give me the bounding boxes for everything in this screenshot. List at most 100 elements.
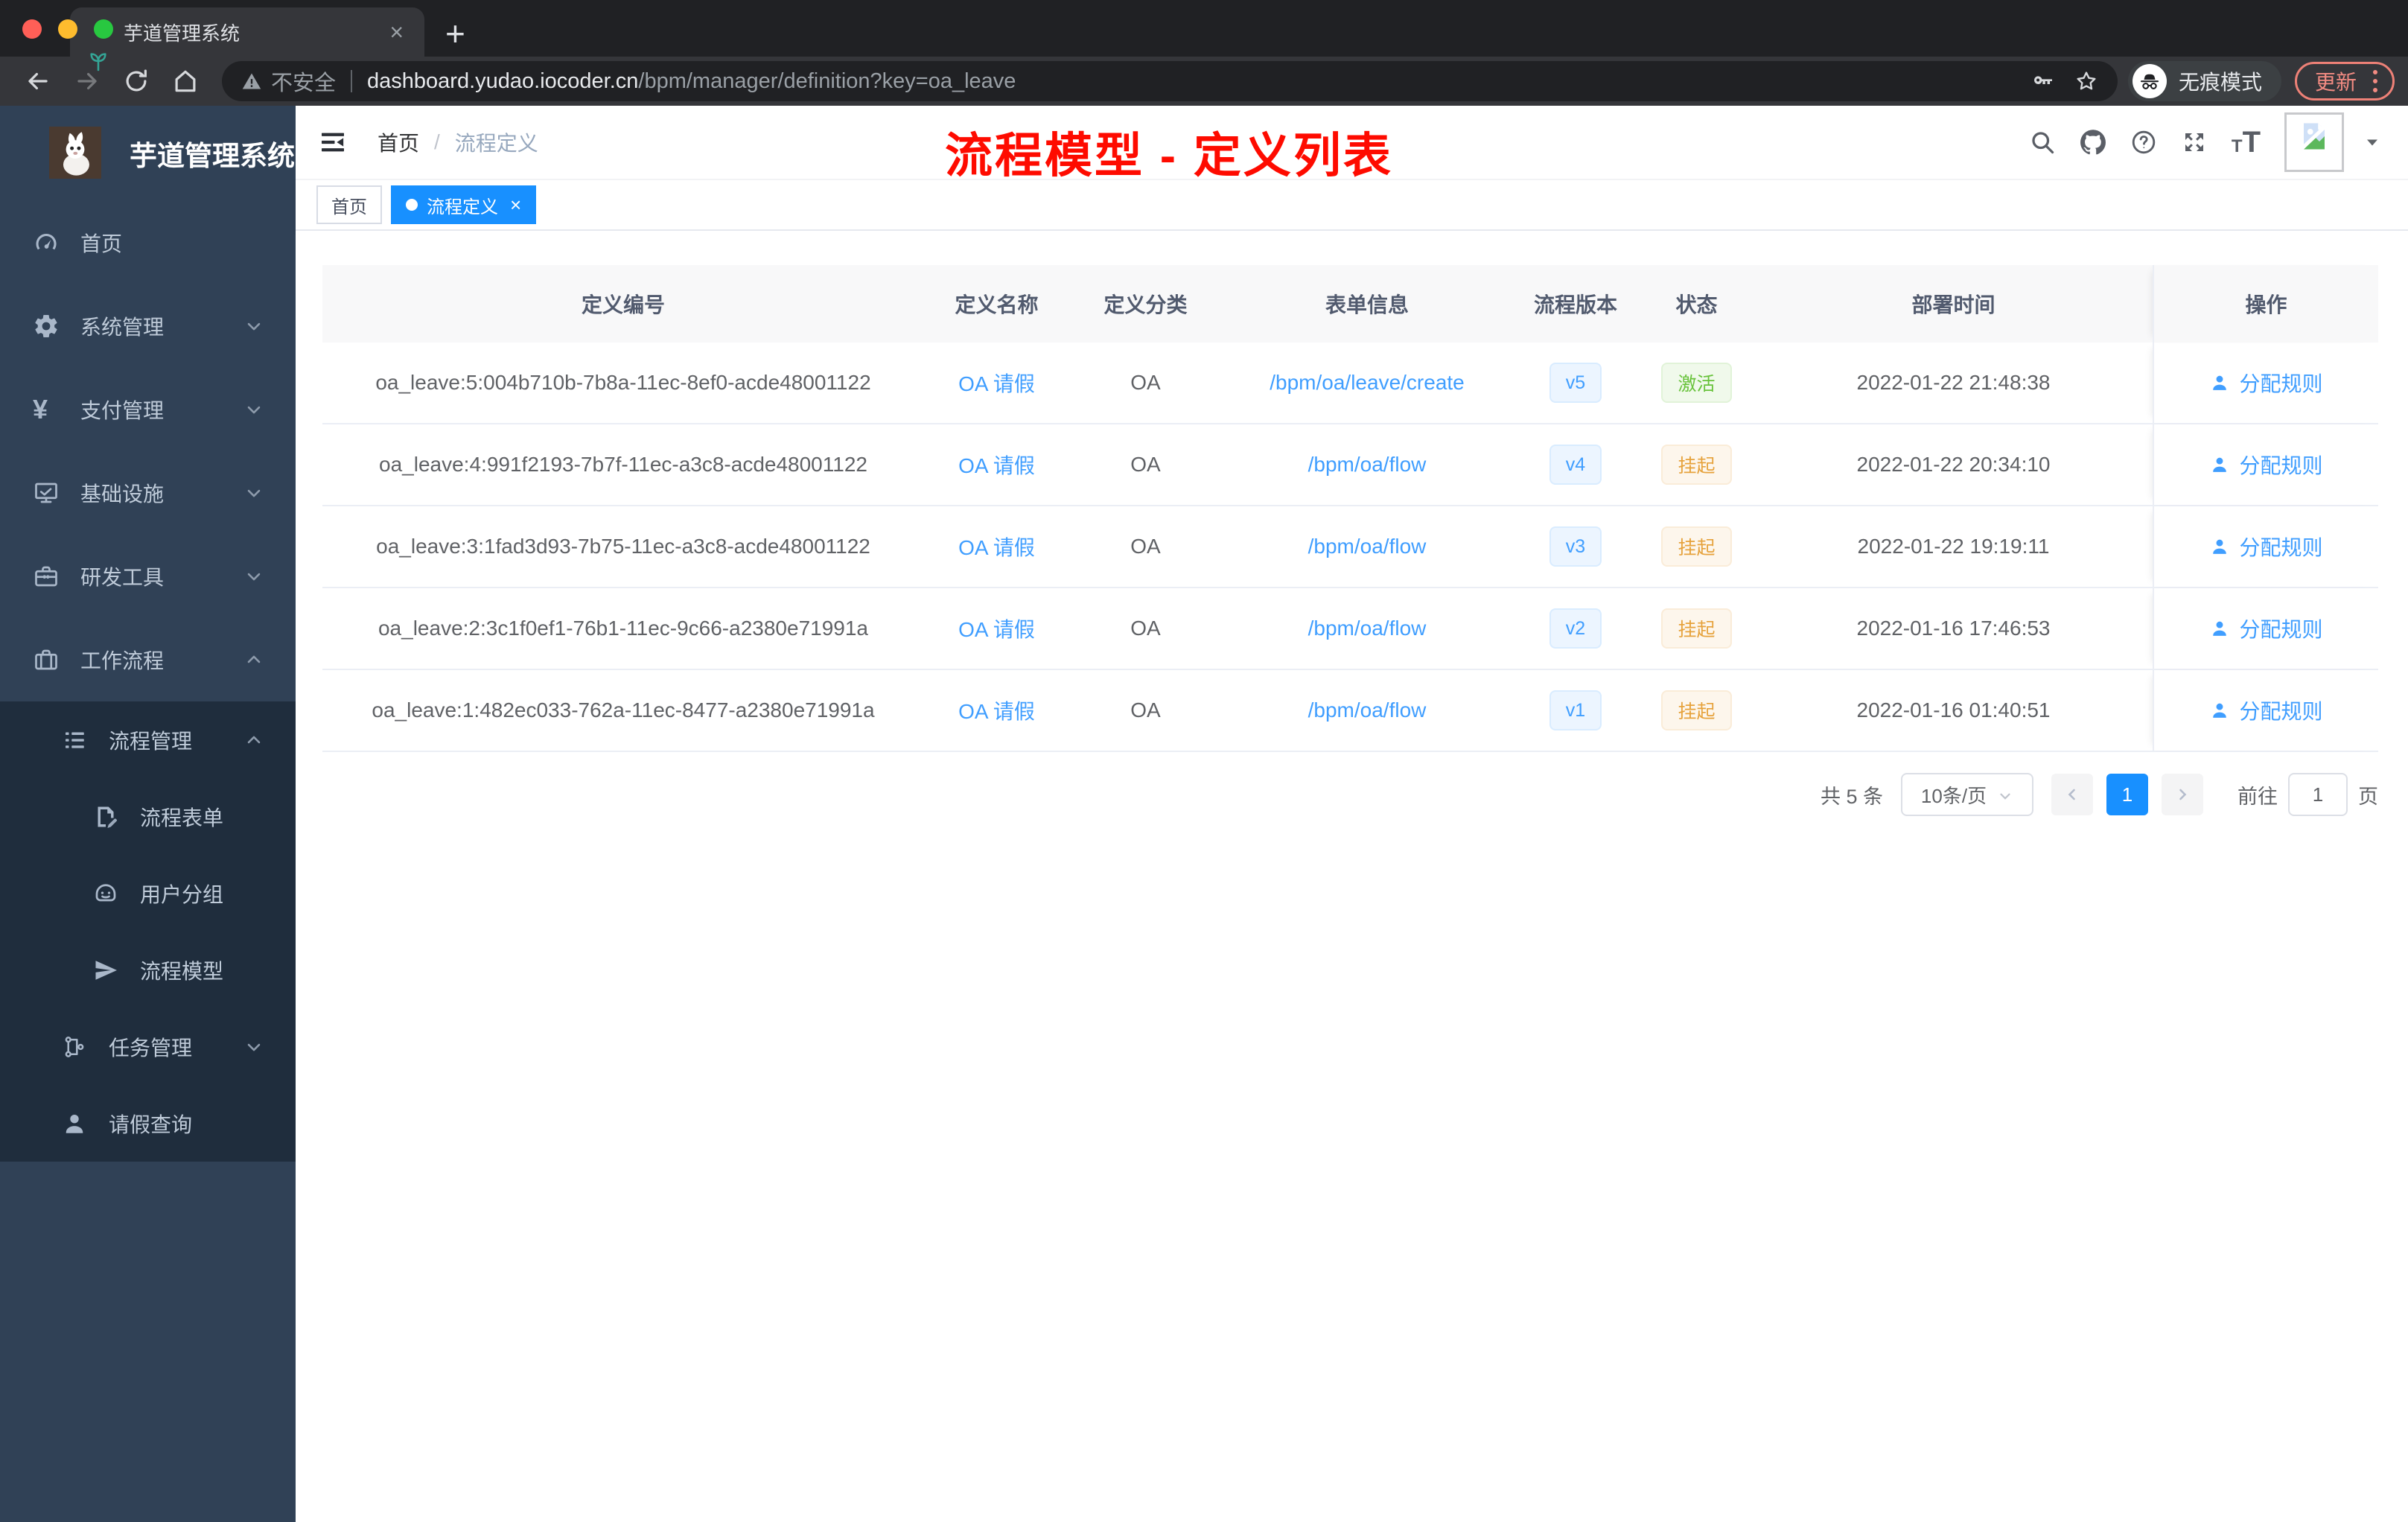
gear-icon: [33, 313, 60, 340]
total-count-label: 共 5 条: [1820, 785, 1883, 808]
sidebar-item-支付管理[interactable]: ¥ 支付管理: [0, 368, 296, 451]
definition-name-link[interactable]: OA 请假: [958, 695, 1035, 725]
tag-label: 首页: [331, 197, 367, 217]
reload-icon[interactable]: [122, 67, 150, 95]
definition-name-link[interactable]: OA 请假: [958, 614, 1035, 643]
sidebar-item-任务管理[interactable]: 任务管理: [0, 1008, 296, 1085]
version-badge: v2: [1549, 608, 1602, 649]
list-icon: [61, 727, 88, 754]
goto-page-input[interactable]: 1: [2288, 773, 2348, 816]
definition-category: OA: [1130, 535, 1161, 558]
definition-id: oa_leave:3:1fad3d93-7b75-11ec-a3c8-acde4…: [376, 535, 870, 558]
sidebar-item-工作流程[interactable]: 工作流程: [0, 618, 296, 701]
sidebar-item-流程模型[interactable]: 流程模型: [0, 932, 296, 1008]
column-header-定义编号: 定义编号: [581, 293, 665, 316]
sidebar-item-label: 支付管理: [80, 399, 165, 422]
font-size-icon[interactable]: TT: [2232, 126, 2261, 159]
security-label: 不安全: [271, 71, 337, 95]
browser-menu-kebab-icon[interactable]: [2367, 70, 2383, 92]
avatar[interactable]: [2284, 112, 2344, 172]
yen-icon: ¥: [33, 394, 48, 424]
chevron-down-icon: [243, 316, 264, 337]
user-icon: [2209, 536, 2230, 557]
form-link[interactable]: /bpm/oa/flow: [1308, 617, 1427, 640]
back-icon[interactable]: [24, 67, 52, 95]
close-window-button[interactable]: [22, 19, 42, 39]
definition-id: oa_leave:4:991f2193-7b7f-11ec-a3c8-acde4…: [379, 453, 867, 476]
update-button[interactable]: 更新: [2294, 62, 2395, 101]
incognito-label: 无痕模式: [2178, 71, 2262, 94]
sidebar-item-流程管理[interactable]: 流程管理: [0, 701, 296, 778]
sidebar-item-label: 基础设施: [80, 483, 165, 506]
bookmark-star-icon[interactable]: [2074, 69, 2098, 93]
maximize-window-button[interactable]: [94, 19, 113, 39]
form-link[interactable]: /bpm/oa/flow: [1308, 698, 1427, 722]
tag-close-icon[interactable]: ×: [507, 195, 521, 214]
new-tab-button[interactable]: +: [445, 16, 465, 51]
sidebar: 芋道管理系统 首页 系统管理 ¥ 支付管理基础设施研发工具 工作流程 流程管理 流程表单 用户…: [0, 106, 296, 1522]
assign-rule-link[interactable]: 分配规则: [2209, 368, 2323, 398]
avatar-caret-down-icon[interactable]: [2363, 133, 2381, 151]
page-unit-label: 页: [2358, 785, 2378, 808]
page-number-1[interactable]: 1: [2106, 774, 2148, 815]
assign-rule-label: 分配规则: [2239, 700, 2323, 723]
tab-close-icon[interactable]: ×: [385, 19, 408, 46]
url-bar[interactable]: 不安全 dashboard.yudao.iocoder.cn/bpm/manag…: [222, 61, 2118, 101]
next-page-button[interactable]: [2162, 774, 2203, 815]
sidebar-item-用户分组[interactable]: 用户分组: [0, 855, 296, 932]
definition-id: oa_leave:5:004b710b-7b8a-11ec-8ef0-acde4…: [375, 371, 871, 394]
form-link[interactable]: /bpm/oa/leave/create: [1270, 371, 1465, 395]
github-icon[interactable]: [2080, 129, 2106, 156]
minimize-window-button[interactable]: [58, 19, 77, 39]
column-header-定义分类: 定义分类: [1103, 293, 1188, 316]
goto-label: 前往: [2237, 785, 2278, 808]
sidebar-item-研发工具[interactable]: 研发工具: [0, 535, 296, 618]
prev-page-button[interactable]: [2051, 774, 2093, 815]
status-badge: 激活: [1661, 363, 1732, 403]
definition-name-link[interactable]: OA 请假: [958, 532, 1035, 561]
tag-首页[interactable]: 首页: [316, 185, 382, 224]
url-separator: [351, 70, 353, 92]
breadcrumb-separator: /: [434, 130, 440, 153]
sidebar-item-流程表单[interactable]: 流程表单: [0, 778, 296, 855]
breadcrumb-current: 流程定义: [454, 132, 538, 155]
definition-name-link[interactable]: OA 请假: [958, 450, 1035, 480]
sidebar-item-基础设施[interactable]: 基础设施: [0, 451, 296, 535]
fullscreen-icon[interactable]: [2181, 129, 2208, 156]
form-link[interactable]: /bpm/oa/flow: [1308, 453, 1427, 477]
deploy-time: 2022-01-22 20:34:10: [1856, 453, 2051, 476]
definition-name-link[interactable]: OA 请假: [958, 368, 1035, 398]
column-header-流程版本: 流程版本: [1533, 293, 1617, 316]
search-icon[interactable]: [2029, 129, 2056, 156]
sidebar-item-请假查询[interactable]: 请假查询: [0, 1085, 296, 1162]
sidebar-toggle-icon[interactable]: [318, 127, 348, 157]
assign-rule-label: 分配规则: [2239, 454, 2323, 477]
browser-tab[interactable]: 芋道管理系统 ×: [70, 7, 424, 71]
password-key-icon[interactable]: [2031, 69, 2055, 93]
url-host: dashboard.yudao.iocoder.cn: [367, 69, 639, 93]
deploy-time: 2022-01-16 17:46:53: [1856, 617, 2051, 640]
assign-rule-link[interactable]: 分配规则: [2209, 695, 2323, 725]
home-icon[interactable]: [171, 67, 200, 95]
breadcrumb-home[interactable]: 首页: [378, 127, 419, 157]
assign-rule-link[interactable]: 分配规则: [2209, 532, 2323, 561]
suitcase-icon: [33, 646, 60, 673]
help-icon[interactable]: [2130, 129, 2157, 156]
toolbox-icon: [33, 563, 60, 590]
assign-rule-link[interactable]: 分配规则: [2209, 450, 2323, 480]
browser-toolbar: 不安全 dashboard.yudao.iocoder.cn/bpm/manag…: [0, 57, 2408, 106]
sidebar-logo[interactable]: 芋道管理系统: [0, 106, 296, 201]
column-header-定义名称: 定义名称: [955, 293, 1039, 316]
send-icon: [92, 957, 119, 984]
url-path: /bpm/manager/definition?key=oa_leave: [638, 69, 1016, 93]
page-size-select[interactable]: 10条/页: [1901, 773, 2033, 816]
assign-rule-label: 分配规则: [2239, 372, 2323, 395]
app-title: 芋道管理系统: [130, 141, 295, 171]
form-link[interactable]: /bpm/oa/flow: [1308, 535, 1427, 558]
status-badge: 挂起: [1661, 608, 1732, 649]
sidebar-item-系统管理[interactable]: 系统管理: [0, 284, 296, 368]
assign-rule-link[interactable]: 分配规则: [2209, 614, 2323, 643]
tag-流程定义[interactable]: 流程定义 ×: [391, 185, 537, 224]
sidebar-item-首页[interactable]: 首页: [0, 201, 296, 284]
pagination: 共 5 条 10条/页 1 前往 1 页: [322, 773, 2378, 816]
